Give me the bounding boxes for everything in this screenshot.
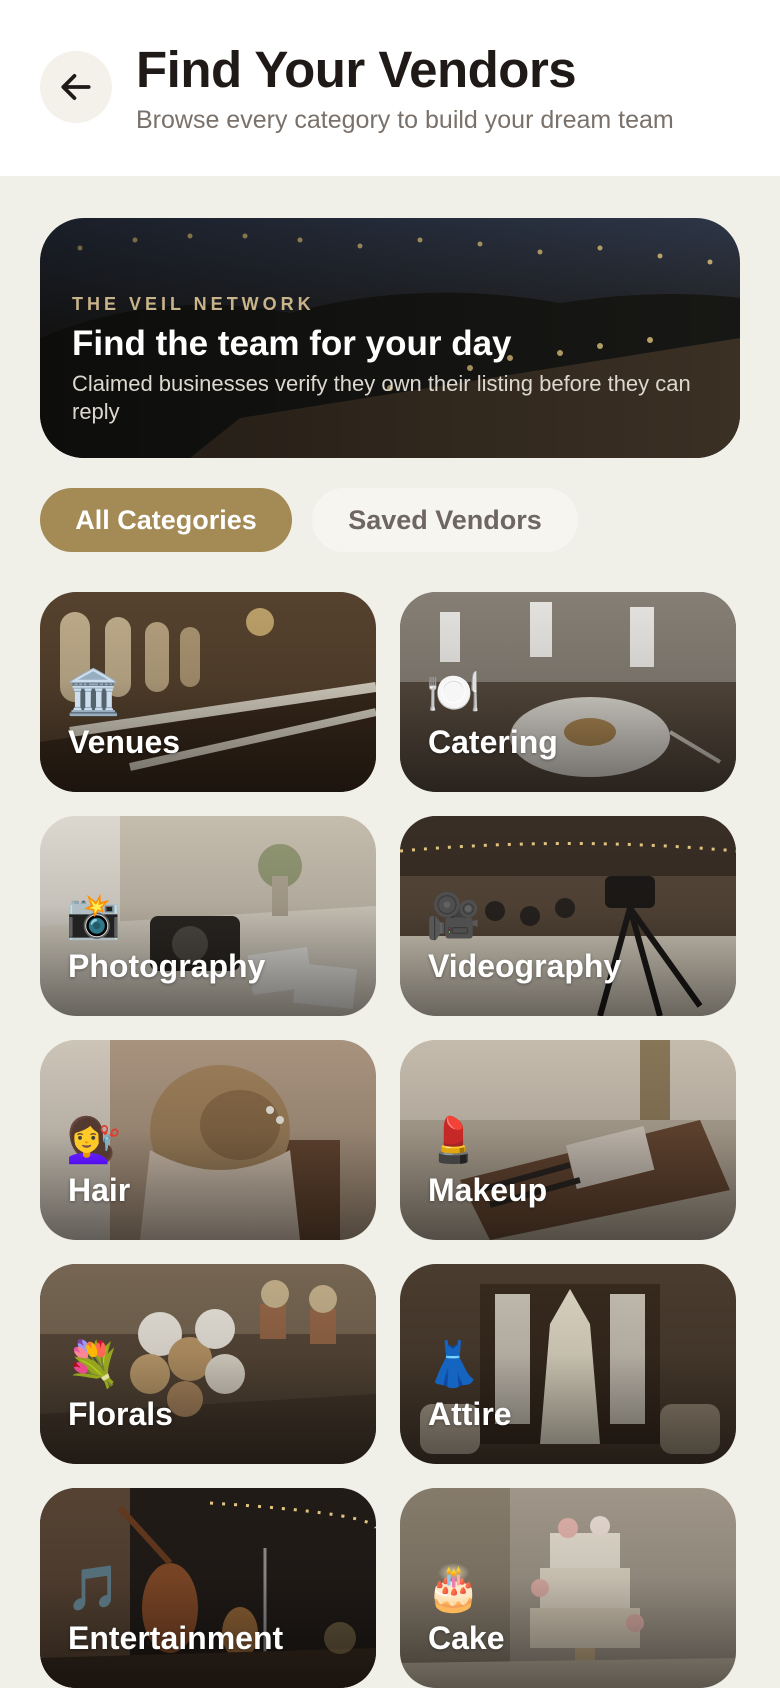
category-tile-videography[interactable]: 🎥 Videography xyxy=(400,816,736,1016)
category-label: Venues xyxy=(68,724,181,760)
category-label: Hair xyxy=(68,1172,131,1208)
movie-camera-icon: 🎥 xyxy=(426,892,481,941)
hero-banner: THE VEIL NETWORK Find the team for your … xyxy=(40,218,740,458)
category-tile-photography[interactable]: 📸 Photography xyxy=(40,816,376,1016)
dress-icon: 👗 xyxy=(426,1340,481,1389)
category-tile-entertainment[interactable]: 🎵 Entertainment xyxy=(40,1488,376,1688)
category-label: Entertainment xyxy=(68,1620,284,1656)
back-button[interactable] xyxy=(40,51,112,123)
haircut-icon: 💇‍♀️ xyxy=(66,1116,121,1165)
bouquet-icon: 💐 xyxy=(66,1340,121,1389)
category-tile-cake[interactable]: 🎂 Cake xyxy=(400,1488,736,1688)
page-header: Find Your Vendors Browse every category … xyxy=(0,0,780,176)
category-tile-catering[interactable]: 🍽️ Catering xyxy=(400,592,736,792)
lipstick-icon: 💄 xyxy=(426,1116,481,1165)
hero-description: Claimed businesses verify they own their… xyxy=(72,371,691,424)
category-label: Photography xyxy=(68,948,266,984)
category-tile-hair[interactable]: 💇‍♀️ Hair xyxy=(40,1040,376,1240)
page-subtitle: Browse every category to build your drea… xyxy=(136,106,674,134)
page-title: Find Your Vendors xyxy=(136,41,577,98)
category-label: Attire xyxy=(428,1396,512,1432)
category-label: Catering xyxy=(428,724,558,760)
category-tile-attire[interactable]: 👗 Attire xyxy=(400,1264,736,1464)
arrow-left-icon xyxy=(61,74,91,100)
birthday-cake-icon: 🎂 xyxy=(426,1564,481,1613)
category-tile-florals[interactable]: 💐 Florals xyxy=(40,1264,376,1464)
filter-saved-vendors[interactable]: Saved Vendors xyxy=(312,488,578,552)
category-tile-venues[interactable]: 🏛️ Venues xyxy=(40,592,376,792)
building-icon: 🏛️ xyxy=(66,668,121,717)
category-label: Makeup xyxy=(428,1172,548,1208)
music-note-icon: 🎵 xyxy=(66,1564,121,1613)
hero-eyebrow: THE VEIL NETWORK xyxy=(72,294,315,314)
hero-title: Find the team for your day xyxy=(72,324,512,363)
plate-icon: 🍽️ xyxy=(426,668,481,717)
category-label: Florals xyxy=(68,1396,173,1432)
filter-all-categories[interactable]: All Categories xyxy=(40,488,292,552)
category-label: Videography xyxy=(428,948,622,984)
category-tile-makeup[interactable]: 💄 Makeup xyxy=(400,1040,736,1240)
camera-flash-icon: 📸 xyxy=(66,892,121,941)
category-label: Cake xyxy=(428,1620,505,1656)
